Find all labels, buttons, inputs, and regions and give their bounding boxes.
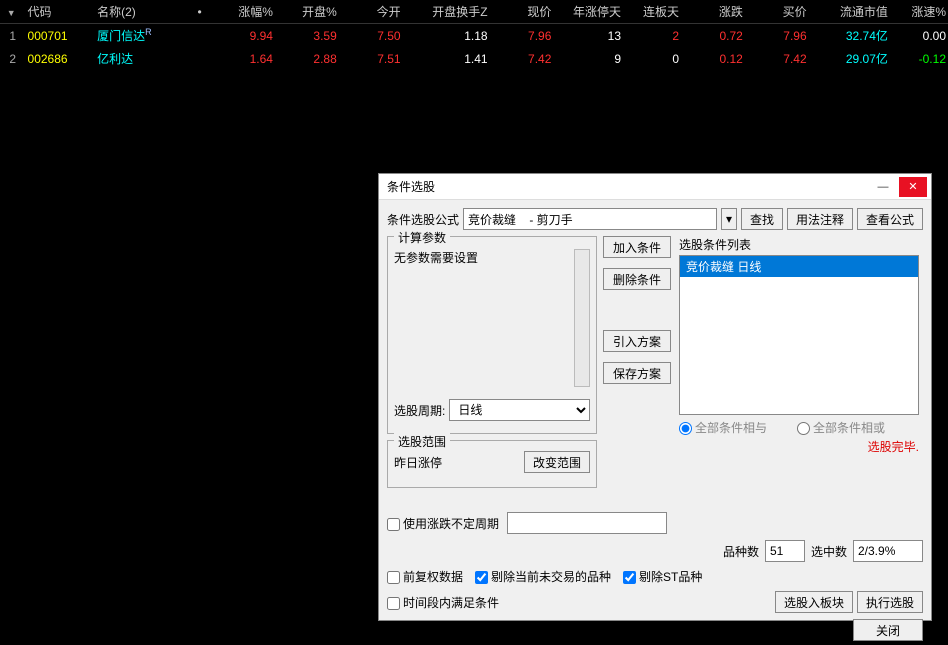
col-header-name[interactable]: 名称(2) [95, 0, 188, 24]
view-formula-button[interactable]: 查看公式 [857, 208, 923, 230]
selected-input[interactable] [853, 540, 923, 562]
params-scrollbar[interactable] [574, 249, 590, 387]
radio-or[interactable]: 全部条件相或 [797, 419, 885, 436]
execute-button[interactable]: 执行选股 [857, 591, 923, 613]
col-header-zhangsu[interactable]: 涨速% [890, 0, 948, 24]
radio-and[interactable]: 全部条件相与 [679, 419, 767, 436]
save-plan-button[interactable]: 保存方案 [603, 362, 671, 384]
col-header-zhangdie[interactable]: 涨跌 [681, 0, 745, 24]
period-select[interactable]: 日线 [449, 399, 590, 421]
formula-dropdown-button[interactable]: ▾ [721, 208, 737, 230]
selected-label: 选中数 [811, 543, 847, 560]
add-condition-button[interactable]: 加入条件 [603, 236, 671, 258]
range-legend: 选股范围 [394, 433, 450, 450]
sort-indicator: ▼ [7, 8, 16, 18]
remove-nontrade-check[interactable]: 剔除当前未交易的品种 [475, 568, 611, 585]
table-row[interactable]: 2002686亿利达1.642.887.511.417.42900.127.42… [0, 47, 948, 70]
delete-condition-button[interactable]: 删除条件 [603, 268, 671, 290]
dialog-title-bar[interactable]: 条件选股 — ✕ [379, 174, 931, 200]
close-button[interactable]: 关闭 [853, 619, 923, 641]
period-label: 选股周期: [394, 402, 445, 419]
formula-combo[interactable] [463, 208, 717, 230]
time-satisfy-check[interactable]: 时间段内满足条件 [387, 594, 499, 611]
condition-list-label: 选股条件列表 [679, 236, 919, 253]
no-params-text: 无参数需要设置 [394, 251, 478, 265]
undef-period-input[interactable] [507, 512, 667, 534]
table-row[interactable]: 1000701厦门信达R9.943.597.501.187.961320.727… [0, 24, 948, 48]
into-block-button[interactable]: 选股入板块 [775, 591, 853, 613]
front-adjust-check[interactable]: 前复权数据 [387, 568, 463, 585]
find-button[interactable]: 查找 [741, 208, 783, 230]
change-range-button[interactable]: 改变范围 [524, 451, 590, 473]
range-fieldset: 选股范围 昨日涨停 改变范围 [387, 440, 597, 488]
variety-count-input[interactable] [765, 540, 805, 562]
calc-params-fieldset: 计算参数 无参数需要设置 选股周期: 日线 [387, 236, 597, 434]
col-header-yearztdays[interactable]: 年涨停天 [553, 0, 623, 24]
condition-stock-dialog: 条件选股 — ✕ 条件选股公式 ▾ 查找 用法注释 查看公式 计算参数 无参数需… [378, 173, 932, 621]
col-header-price[interactable]: 现价 [490, 0, 554, 24]
col-header-buy[interactable]: 买价 [745, 0, 809, 24]
col-header-openturnover[interactable]: 开盘换手Z [403, 0, 490, 24]
col-header-changepct[interactable]: 涨幅% [211, 0, 275, 24]
stock-table: ▼ 代码 名称(2) • 涨幅% 开盘% 今开 开盘换手Z 现价 年涨停天 连板… [0, 0, 948, 70]
range-text: 昨日涨停 [394, 454, 442, 471]
usage-button[interactable]: 用法注释 [787, 208, 853, 230]
formula-label: 条件选股公式 [387, 211, 459, 228]
col-header-marketcap[interactable]: 流通市值 [809, 0, 890, 24]
status-text: 选股完毕. [679, 438, 919, 455]
close-x-button[interactable]: ✕ [899, 177, 927, 197]
col-header-openpct[interactable]: 开盘% [275, 0, 339, 24]
col-header-jinkai[interactable]: 今开 [339, 0, 403, 24]
col-header-dot[interactable]: • [188, 0, 211, 24]
dialog-title: 条件选股 [387, 178, 867, 195]
table-header-row[interactable]: ▼ 代码 名称(2) • 涨幅% 开盘% 今开 开盘换手Z 现价 年涨停天 连板… [0, 0, 948, 24]
condition-listbox[interactable]: 竞价裁缝 日线 [679, 255, 919, 415]
condition-list-item[interactable]: 竞价裁缝 日线 [680, 256, 918, 277]
minimize-button[interactable]: — [869, 177, 897, 197]
col-header-lianban[interactable]: 连板天 [623, 0, 681, 24]
use-undef-period-check[interactable]: 使用涨跌不定周期 [387, 515, 499, 532]
col-header-code[interactable]: 代码 [26, 0, 96, 24]
import-plan-button[interactable]: 引入方案 [603, 330, 671, 352]
variety-count-label: 品种数 [723, 543, 759, 560]
remove-st-check[interactable]: 剔除ST品种 [623, 568, 702, 585]
